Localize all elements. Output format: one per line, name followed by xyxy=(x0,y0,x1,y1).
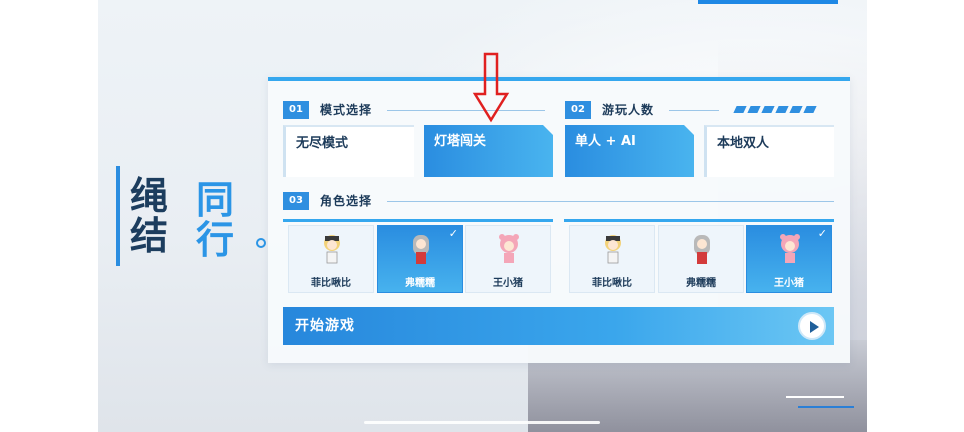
divider xyxy=(387,110,545,111)
section-title: 角色选择 xyxy=(320,194,373,208)
option-label: 无尽模式 xyxy=(296,136,349,151)
title-char: 行 xyxy=(196,218,235,262)
character-name: 菲比啾比 xyxy=(311,278,351,289)
decor-line xyxy=(786,396,844,398)
group-accent-bar xyxy=(283,219,553,222)
game-setup-panel: 01 模式选择 无尽模式 灯塔闯关 02 游玩人数 单人 + AI 本地双人 0… xyxy=(268,77,850,363)
character-card-wangxiaozhu[interactable]: ✓ 王小猪 xyxy=(746,225,832,293)
stripes-decor xyxy=(733,106,830,114)
option-label: 灯塔闯关 xyxy=(434,134,487,149)
home-indicator[interactable] xyxy=(364,421,600,424)
title-char: 结 xyxy=(130,214,169,258)
start-game-button[interactable]: 开始游戏 xyxy=(283,307,834,345)
section-number: 03 xyxy=(283,192,309,210)
players-option-single-ai[interactable]: 单人 + AI xyxy=(565,125,694,177)
play-icon[interactable] xyxy=(798,312,826,340)
character-group-player2: 菲比啾比 弗糯糯 ✓ 王小猪 xyxy=(564,219,834,295)
character-name: 王小猪 xyxy=(493,278,523,289)
page-title: 绳 结 同 行 xyxy=(116,166,266,266)
feibi-avatar-icon xyxy=(324,235,340,264)
group-accent-bar xyxy=(564,219,834,222)
character-name: 菲比啾比 xyxy=(592,278,632,289)
section-character-header: 03 角色选择 xyxy=(283,192,834,210)
title-accent-bar xyxy=(116,166,120,266)
section-number: 01 xyxy=(283,101,309,119)
character-name: 王小猪 xyxy=(774,278,804,289)
wangxiaozhu-avatar-icon xyxy=(780,234,800,263)
mode-option-endless[interactable]: 无尽模式 xyxy=(283,125,414,177)
option-label: 本地双人 xyxy=(717,136,770,151)
divider xyxy=(387,201,834,202)
title-dot-icon xyxy=(256,238,266,248)
character-card-feibi[interactable]: 菲比啾比 xyxy=(569,225,655,293)
funuonuo-avatar-icon xyxy=(694,235,710,264)
check-icon: ✓ xyxy=(448,227,458,240)
title-char: 绳 xyxy=(130,174,169,218)
character-card-wangxiaozhu[interactable]: 王小猪 xyxy=(465,225,551,293)
check-icon: ✓ xyxy=(817,227,827,240)
feibi-avatar-icon xyxy=(605,235,621,264)
corner-notch xyxy=(684,125,694,135)
mode-option-lighthouse[interactable]: 灯塔闯关 xyxy=(424,125,553,177)
decor-line xyxy=(798,406,854,408)
title-char: 同 xyxy=(196,178,235,222)
funuonuo-avatar-icon xyxy=(413,235,429,264)
character-group-player1: 菲比啾比 ✓ 弗糯糯 王小猪 xyxy=(283,219,553,295)
top-accent-bar xyxy=(698,0,838,4)
character-card-feibi[interactable]: 菲比啾比 xyxy=(288,225,374,293)
character-name: 弗糯糯 xyxy=(405,278,435,289)
start-game-label: 开始游戏 xyxy=(295,318,355,334)
players-option-local-duo[interactable]: 本地双人 xyxy=(704,125,834,177)
character-card-funuonuo[interactable]: 弗糯糯 xyxy=(658,225,744,293)
section-title: 游玩人数 xyxy=(602,103,655,117)
option-label: 单人 + AI xyxy=(575,134,636,149)
game-screen: 绳 结 同 行 01 模式选择 无尽模式 灯塔闯关 02 游玩人数 单人 + A… xyxy=(98,0,867,432)
corner-notch xyxy=(543,125,553,135)
character-name: 弗糯糯 xyxy=(686,278,716,289)
section-title: 模式选择 xyxy=(320,103,373,117)
red-down-arrow-icon xyxy=(472,52,510,123)
character-card-funuonuo[interactable]: ✓ 弗糯糯 xyxy=(377,225,463,293)
wangxiaozhu-avatar-icon xyxy=(499,234,519,263)
section-number: 02 xyxy=(565,101,591,119)
divider xyxy=(669,110,719,111)
section-players-header: 02 游玩人数 xyxy=(565,101,830,119)
